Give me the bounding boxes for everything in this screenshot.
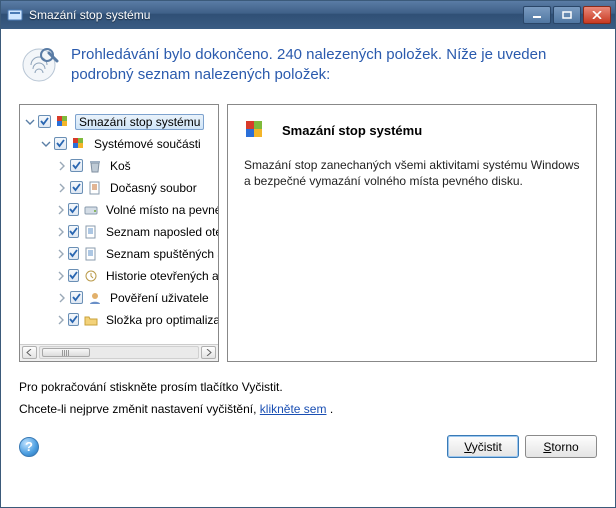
tree-item[interactable]: Volné místo na pevném disku: [24, 199, 218, 221]
content-area: Prohledávání bylo dokončeno. 240 nalezen…: [1, 29, 615, 507]
tree-item[interactable]: Historie otevřených aplikací: [24, 265, 218, 287]
titlebar: Smazání stop systému: [1, 1, 615, 29]
checkbox[interactable]: [68, 313, 79, 326]
checkbox[interactable]: [38, 115, 51, 128]
cancel-button[interactable]: Storno: [525, 435, 597, 458]
tree-item-label: Dočasný soubor: [110, 181, 197, 195]
checkbox[interactable]: [70, 181, 83, 194]
checkbox[interactable]: [68, 203, 79, 216]
settings-link[interactable]: klikněte sem: [260, 402, 327, 416]
expand-icon[interactable]: [56, 160, 68, 172]
footer-line2-prefix: Chcete-li nejprve změnit nastavení vyčiš…: [19, 402, 260, 416]
fingerprint-icon: [19, 45, 59, 85]
tree-item-label: Volné místo na pevném disku: [106, 203, 218, 217]
help-button[interactable]: ?: [19, 437, 39, 457]
window-controls: [523, 6, 611, 24]
checkbox[interactable]: [70, 159, 83, 172]
expand-icon[interactable]: [56, 226, 66, 238]
horizontal-scrollbar[interactable]: [20, 344, 218, 361]
tree-item[interactable]: Seznam naposled otevřených: [24, 221, 218, 243]
tree-item-label: Seznam spuštěných aplikací: [106, 247, 218, 261]
app-icon: [7, 7, 23, 23]
tempfile-icon: [87, 180, 103, 196]
window-title: Smazání stop systému: [29, 8, 523, 22]
close-button[interactable]: [583, 6, 611, 24]
detail-body: Smazání stop zanechaných všemi aktivitam…: [244, 157, 580, 191]
maximize-button[interactable]: [553, 6, 581, 24]
recent-icon: [83, 246, 99, 262]
disk-icon: [83, 202, 99, 218]
folder-icon: [83, 312, 99, 328]
tree-item[interactable]: Dočasný soubor: [24, 177, 218, 199]
expand-icon[interactable]: [56, 270, 66, 282]
tree-panel: Smazání stop systému Systémové součásti …: [19, 104, 219, 362]
tree-root-label: Smazání stop systému: [79, 115, 200, 129]
tree-item[interactable]: Koš: [24, 155, 218, 177]
collapse-icon[interactable]: [40, 138, 52, 150]
expand-icon[interactable]: [56, 314, 66, 326]
flag-icon: [71, 136, 87, 152]
panels: Smazání stop systému Systémové součásti …: [19, 104, 597, 362]
expand-icon[interactable]: [56, 292, 68, 304]
checkbox[interactable]: [68, 225, 79, 238]
tree-item-label: Složka pro optimalizaci: [106, 313, 218, 327]
footer-line2: Chcete-li nejprve změnit nastavení vyčiš…: [19, 398, 597, 421]
checkbox[interactable]: [68, 247, 79, 260]
expand-icon[interactable]: [56, 248, 66, 260]
trash-icon: [87, 158, 103, 174]
tree-item-label: Historie otevřených aplikací: [106, 269, 218, 283]
header-text: Prohledávání bylo dokončeno. 240 nalezen…: [71, 45, 597, 86]
tree-item[interactable]: Seznam spuštěných aplikací: [24, 243, 218, 265]
tree-item-label: Koš: [110, 159, 131, 173]
footer-text: Pro pokračování stiskněte prosím tlačítk…: [19, 376, 597, 422]
tree-scroll[interactable]: Smazání stop systému Systémové součásti …: [20, 105, 218, 344]
recent-icon: [83, 224, 99, 240]
tree-item[interactable]: Složka pro optimalizaci: [24, 309, 218, 331]
expand-icon[interactable]: [56, 204, 66, 216]
tree-item-label: Pověření uživatele: [110, 291, 209, 305]
tree-group[interactable]: Systémové součásti: [24, 133, 218, 155]
flag-icon: [244, 119, 268, 143]
checkbox[interactable]: [54, 137, 67, 150]
scroll-left-button[interactable]: [22, 346, 37, 359]
footer-line2-suffix: .: [326, 402, 333, 416]
user-icon: [87, 290, 103, 306]
tree-item[interactable]: Pověření uživatele: [24, 287, 218, 309]
tree-root[interactable]: Smazání stop systému: [24, 111, 218, 133]
scroll-track[interactable]: [39, 346, 199, 359]
minimize-button[interactable]: [523, 6, 551, 24]
flag-icon: [55, 114, 71, 130]
checkbox[interactable]: [70, 291, 83, 304]
tree-item-label: Seznam naposled otevřených: [106, 225, 218, 239]
collapse-icon[interactable]: [24, 116, 36, 128]
checkbox[interactable]: [68, 269, 79, 282]
scroll-thumb[interactable]: [42, 348, 90, 357]
button-row: ? Vyčistit Storno: [19, 429, 597, 458]
detail-title: Smazání stop systému: [282, 123, 422, 138]
header: Prohledávání bylo dokončeno. 240 nalezen…: [19, 45, 597, 86]
clean-button[interactable]: Vyčistit: [447, 435, 519, 458]
scroll-right-button[interactable]: [201, 346, 216, 359]
expand-icon[interactable]: [56, 182, 68, 194]
footer-line1: Pro pokračování stiskněte prosím tlačítk…: [19, 376, 597, 399]
window: Smazání stop systému Prohl: [0, 0, 616, 508]
tree-group-label: Systémové součásti: [94, 137, 201, 151]
history-icon: [83, 268, 99, 284]
detail-panel: Smazání stop systému Smazání stop zanech…: [227, 104, 597, 362]
